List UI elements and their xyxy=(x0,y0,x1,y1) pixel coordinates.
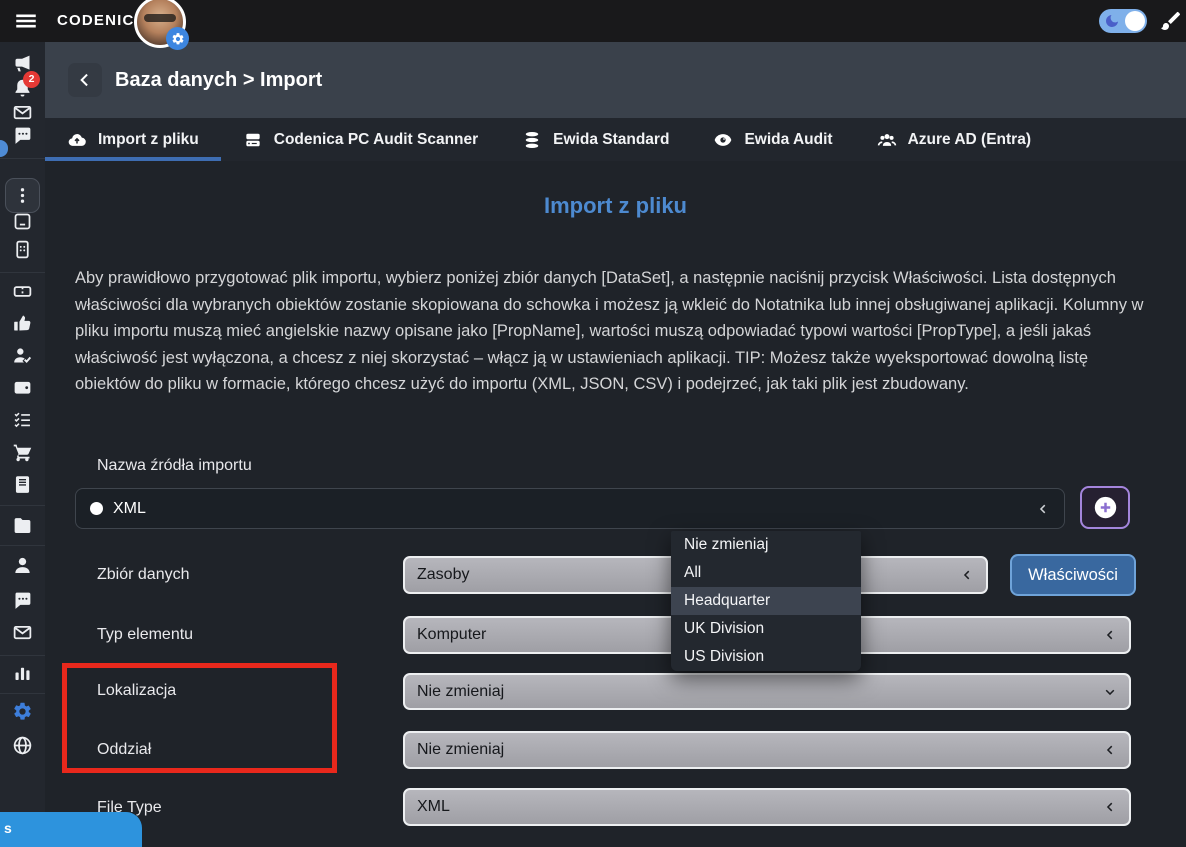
chat-widget-label: s xyxy=(4,820,12,836)
location-dropdown-menu: Nie zmieniaj All Headquarter UK Division… xyxy=(671,531,861,671)
checklist-icon[interactable] xyxy=(12,409,33,430)
tab-import-z-pliku[interactable]: Import z pliku xyxy=(45,118,221,161)
top-bar: CODENICA xyxy=(0,0,1186,42)
breadcrumb: Baza danych > Import xyxy=(115,42,322,118)
back-button[interactable] xyxy=(68,63,102,97)
moon-icon xyxy=(1104,13,1120,29)
folder-icon[interactable] xyxy=(12,515,33,536)
chat-bubble-icon[interactable] xyxy=(12,590,33,611)
location-value: Nie zmieniaj xyxy=(417,683,1103,701)
plus-circle-icon xyxy=(1092,494,1119,521)
division-value: Nie zmieniaj xyxy=(417,741,1103,759)
import-source-label: Nazwa źródła importu xyxy=(97,457,252,475)
eye-icon xyxy=(713,130,733,150)
wallet-icon[interactable] xyxy=(12,377,33,398)
user-avatar[interactable] xyxy=(134,0,186,48)
scanner-icon xyxy=(243,130,263,150)
menu-item-all[interactable]: All xyxy=(671,559,861,587)
sidebar-divider xyxy=(0,655,45,656)
tab-codenica-pc-audit-scanner[interactable]: Codenica PC Audit Scanner xyxy=(221,118,500,161)
import-source-select[interactable]: XML xyxy=(75,488,1065,529)
bar-chart-icon[interactable] xyxy=(12,662,33,683)
sunglasses-decoration xyxy=(144,14,176,22)
division-select[interactable]: Nie zmieniaj xyxy=(403,731,1131,769)
sidebar-divider xyxy=(0,545,45,546)
chat-widget-button[interactable]: s xyxy=(0,812,142,847)
location-select[interactable]: Nie zmieniaj xyxy=(403,673,1131,710)
chevron-left-icon xyxy=(1103,628,1117,642)
add-source-button[interactable] xyxy=(1080,486,1130,529)
menu-item-us-division[interactable]: US Division xyxy=(671,643,861,671)
main-content: Import z pliku Aby prawidłowo przygotowa… xyxy=(45,161,1186,847)
envelope-icon[interactable] xyxy=(12,622,33,643)
brush-icon[interactable] xyxy=(1159,9,1183,33)
import-source-value: XML xyxy=(113,500,1036,518)
division-label: Oddział xyxy=(97,741,151,759)
shopping-cart-icon[interactable] xyxy=(12,442,33,463)
tab-label: Ewida Standard xyxy=(553,131,669,149)
app-window: CODENICA 2 xyxy=(0,0,1186,847)
breadcrumb-bar: Baza danych > Import xyxy=(45,42,1186,118)
properties-button[interactable]: Właściwości xyxy=(1010,554,1136,596)
description-text: Aby prawidłowo przygotować plik importu,… xyxy=(75,265,1145,398)
people-group-icon xyxy=(877,130,897,150)
sidebar-divider xyxy=(0,693,45,694)
mail-icon[interactable] xyxy=(12,102,33,123)
tab-ewida-standard[interactable]: Ewida Standard xyxy=(500,118,691,161)
chevron-down-icon xyxy=(1103,685,1117,699)
tab-ewida-audit[interactable]: Ewida Audit xyxy=(691,118,854,161)
menu-item-nie-zmieniaj[interactable]: Nie zmieniaj xyxy=(671,531,861,559)
ticket-icon[interactable] xyxy=(12,281,33,302)
tab-label: Azure AD (Entra) xyxy=(908,131,1031,149)
avatar-gear-badge[interactable] xyxy=(166,27,189,50)
sidebar-divider xyxy=(0,505,45,506)
chevron-left-icon xyxy=(1036,502,1050,516)
tab-bar: Import z pliku Codenica PC Audit Scanner… xyxy=(45,118,1186,161)
page-title: Import z pliku xyxy=(45,193,1186,219)
thumbs-up-icon[interactable] xyxy=(12,313,33,334)
keypad-device-icon[interactable] xyxy=(12,239,33,260)
chevron-left-icon xyxy=(960,568,974,582)
selected-dot-icon xyxy=(90,502,103,515)
book-icon[interactable] xyxy=(12,474,33,495)
notification-badge: 2 xyxy=(23,71,40,88)
tab-label: Import z pliku xyxy=(98,131,199,149)
dataset-label: Zbiór danych xyxy=(97,566,190,584)
menu-item-headquarter[interactable]: Headquarter xyxy=(671,587,861,615)
sidebar: 2 xyxy=(0,42,45,847)
tab-label: Codenica PC Audit Scanner xyxy=(274,131,478,149)
person-check-icon[interactable] xyxy=(12,345,33,366)
element-type-label: Typ elementu xyxy=(97,626,193,644)
tab-azure-ad-entra[interactable]: Azure AD (Entra) xyxy=(855,118,1053,161)
sidebar-divider xyxy=(0,158,45,159)
settings-gear-icon[interactable] xyxy=(12,701,33,722)
menu-icon[interactable] xyxy=(13,8,39,34)
chat-icon[interactable] xyxy=(12,125,33,146)
database-icon xyxy=(522,130,542,150)
person-icon[interactable] xyxy=(12,555,33,576)
more-vertical-icon[interactable] xyxy=(12,185,33,206)
cloud-upload-icon xyxy=(67,130,87,150)
device-tablet-icon[interactable] xyxy=(12,211,33,232)
chevron-left-icon xyxy=(75,70,95,90)
dark-mode-toggle[interactable] xyxy=(1099,9,1147,33)
sidebar-divider xyxy=(0,272,45,273)
menu-item-uk-division[interactable]: UK Division xyxy=(671,615,861,643)
file-type-value: XML xyxy=(417,798,1103,816)
file-type-select[interactable]: XML xyxy=(403,788,1131,826)
chevron-left-icon xyxy=(1103,800,1117,814)
toggle-knob xyxy=(1125,11,1145,31)
location-label: Lokalizacja xyxy=(97,682,176,700)
chevron-left-icon xyxy=(1103,743,1117,757)
tab-label: Ewida Audit xyxy=(744,131,832,149)
globe-icon[interactable] xyxy=(12,735,33,756)
